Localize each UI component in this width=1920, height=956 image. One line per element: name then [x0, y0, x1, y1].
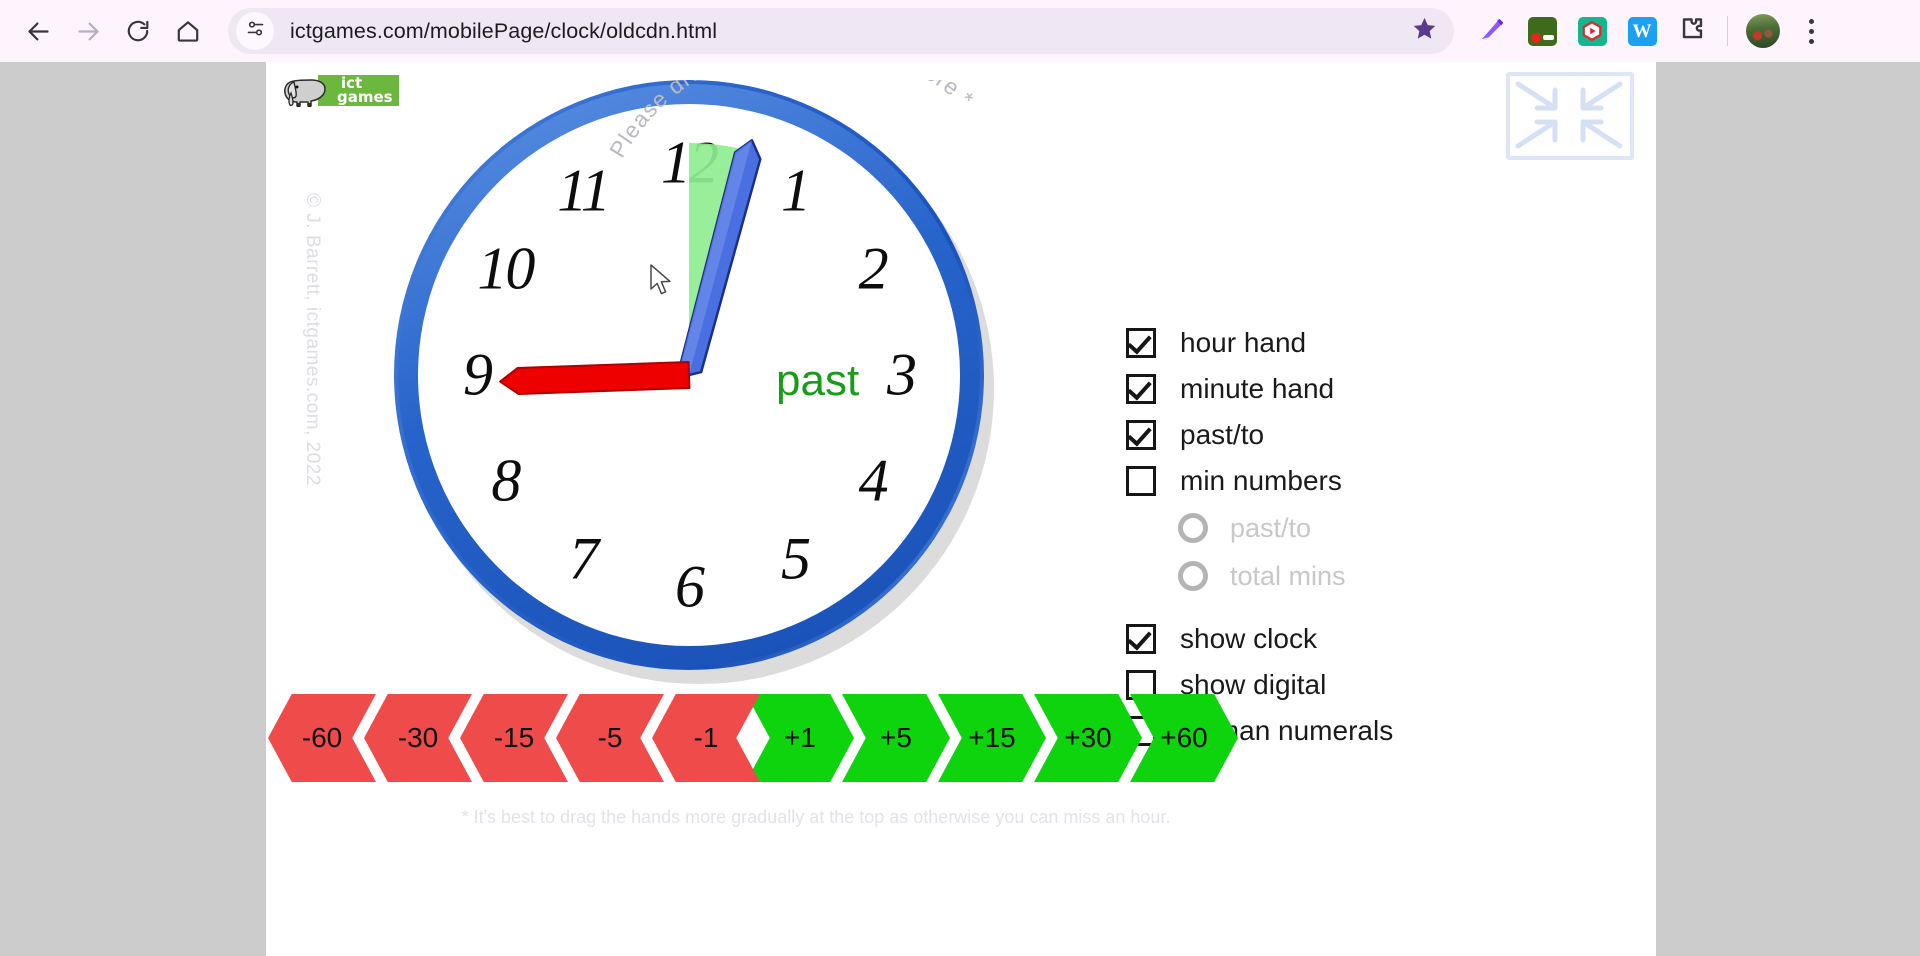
- option-label: min numbers: [1180, 465, 1342, 496]
- option-min-numbers[interactable]: min numbers: [1126, 458, 1526, 504]
- checkbox-hour-hand[interactable]: [1126, 328, 1156, 358]
- adjust-button-label: -1: [693, 722, 719, 753]
- adjust-button-minus30[interactable]: -30: [364, 694, 472, 782]
- adjust-button-plus15[interactable]: +15: [938, 694, 1046, 782]
- adjust-button-label: +1: [784, 722, 816, 753]
- extension-pen-tool[interactable]: [1470, 9, 1514, 53]
- checkbox-minute-hand[interactable]: [1126, 374, 1156, 404]
- clock-face[interactable]: 12 1 2 3 4 5 6 7 8 9 10 11 past: [418, 104, 960, 646]
- adjust-button-minus5[interactable]: -5: [556, 694, 664, 782]
- option-label: show clock: [1180, 623, 1317, 654]
- adjust-button-minus1[interactable]: -1: [652, 694, 760, 782]
- mouse-cursor: [650, 264, 671, 295]
- option-hour-hand[interactable]: hour hand: [1126, 320, 1526, 366]
- home-icon: [175, 18, 201, 44]
- back-button[interactable]: [14, 7, 62, 55]
- forward-button[interactable]: [64, 7, 112, 55]
- copyright-notice: © J. Barrett, ictgames.com, 2022: [302, 193, 323, 486]
- toolbar-divider: [1727, 16, 1728, 46]
- reload-button[interactable]: [114, 7, 162, 55]
- radio-option-total-mins[interactable]: total mins: [1126, 552, 1526, 600]
- extension-video-downloader[interactable]: [1570, 9, 1614, 53]
- option-show-clock[interactable]: show clock: [1126, 616, 1526, 662]
- checkbox-past-to[interactable]: [1126, 420, 1156, 450]
- wikipedia-icon: W: [1627, 16, 1657, 46]
- site-settings-button[interactable]: [236, 12, 274, 50]
- logo-text-games: games: [337, 88, 393, 106]
- elephant-icon: [284, 79, 326, 107]
- page-viewport: ict games © J. Barrett, ictgames.com, 20…: [0, 62, 1920, 956]
- kebab-menu-icon: [1808, 18, 1814, 24]
- checkbox-min-numbers[interactable]: [1126, 466, 1156, 496]
- reload-icon: [125, 18, 151, 44]
- bookmark-button[interactable]: [1404, 11, 1444, 51]
- forward-arrow-icon: [75, 18, 102, 45]
- radio-past-to[interactable]: [1178, 513, 1208, 543]
- extension-screen-recorder[interactable]: [1520, 9, 1564, 53]
- extensions-puzzle-icon: [1678, 14, 1707, 48]
- footer-note: * It's best to drag the hands more gradu…: [461, 807, 1171, 827]
- radio-total-mins[interactable]: [1178, 561, 1208, 591]
- video-downloader-icon: [1577, 16, 1607, 46]
- time-adjust-buttons: -60 -30 -15 -5 -1 +1 +5 +15 +30 +60: [268, 694, 1238, 794]
- option-minute-hand[interactable]: minute hand: [1126, 366, 1526, 412]
- screen-recorder-icon: [1527, 16, 1557, 46]
- home-button[interactable]: [164, 7, 212, 55]
- adjust-button-plus1[interactable]: +1: [746, 694, 854, 782]
- wikipedia-letter: W: [1632, 20, 1652, 42]
- adjust-button-label: -15: [493, 722, 535, 753]
- profile-button[interactable]: [1741, 9, 1785, 53]
- pen-tool-icon: [1477, 14, 1507, 49]
- option-past-to[interactable]: past/to: [1126, 412, 1526, 458]
- extensions-strip: W: [1470, 9, 1831, 53]
- url-text[interactable]: ictgames.com/mobilePage/clock/oldcdn.htm…: [290, 19, 1404, 44]
- adjust-button-label: -60: [301, 722, 343, 753]
- adjust-button-label: +15: [968, 722, 1016, 753]
- browser-toolbar: ictgames.com/mobilePage/clock/oldcdn.htm…: [0, 0, 1920, 62]
- adjust-button-minus60[interactable]: -60: [268, 694, 376, 782]
- options-panel: hour hand minute hand past/to min number…: [1126, 320, 1526, 754]
- hour-hand[interactable]: [418, 104, 960, 646]
- extension-wikipedia[interactable]: W: [1620, 9, 1664, 53]
- analog-clock[interactable]: 12 1 2 3 4 5 6 7 8 9 10 11 past: [386, 72, 1006, 692]
- star-icon: [1411, 15, 1438, 47]
- kebab-menu-icon: [1808, 28, 1814, 34]
- kebab-menu-icon: [1808, 38, 1814, 44]
- option-label: minute hand: [1180, 373, 1335, 404]
- adjust-button-label: +30: [1064, 722, 1112, 753]
- adjust-button-label: -5: [597, 722, 623, 753]
- chrome-menu-button[interactable]: [1791, 9, 1831, 53]
- radio-label: past/to: [1230, 512, 1312, 543]
- radio-option-past-to[interactable]: past/to: [1126, 504, 1526, 552]
- profile-avatar: [1746, 14, 1780, 48]
- checkbox-show-clock[interactable]: [1126, 624, 1156, 654]
- exit-fullscreen-icon: [1515, 81, 1623, 149]
- exit-fullscreen-button[interactable]: [1506, 72, 1634, 160]
- clock-app: ict games © J. Barrett, ictgames.com, 20…: [266, 62, 1656, 956]
- adjust-button-label: +5: [880, 722, 912, 753]
- option-label: hour hand: [1180, 327, 1307, 358]
- extensions-button[interactable]: [1670, 9, 1714, 53]
- ictgames-logo[interactable]: ict games: [281, 72, 399, 108]
- adjust-button-label: +60: [1160, 722, 1208, 753]
- radio-label: total mins: [1230, 560, 1346, 591]
- adjust-button-plus5[interactable]: +5: [842, 694, 950, 782]
- options-spacer: [1126, 600, 1526, 616]
- site-settings-icon: [245, 18, 266, 44]
- option-label: past/to: [1180, 419, 1265, 450]
- adjust-button-minus15[interactable]: -15: [460, 694, 568, 782]
- address-bar[interactable]: ictgames.com/mobilePage/clock/oldcdn.htm…: [228, 8, 1454, 54]
- back-arrow-icon: [25, 18, 52, 45]
- adjust-button-label: -30: [397, 722, 439, 753]
